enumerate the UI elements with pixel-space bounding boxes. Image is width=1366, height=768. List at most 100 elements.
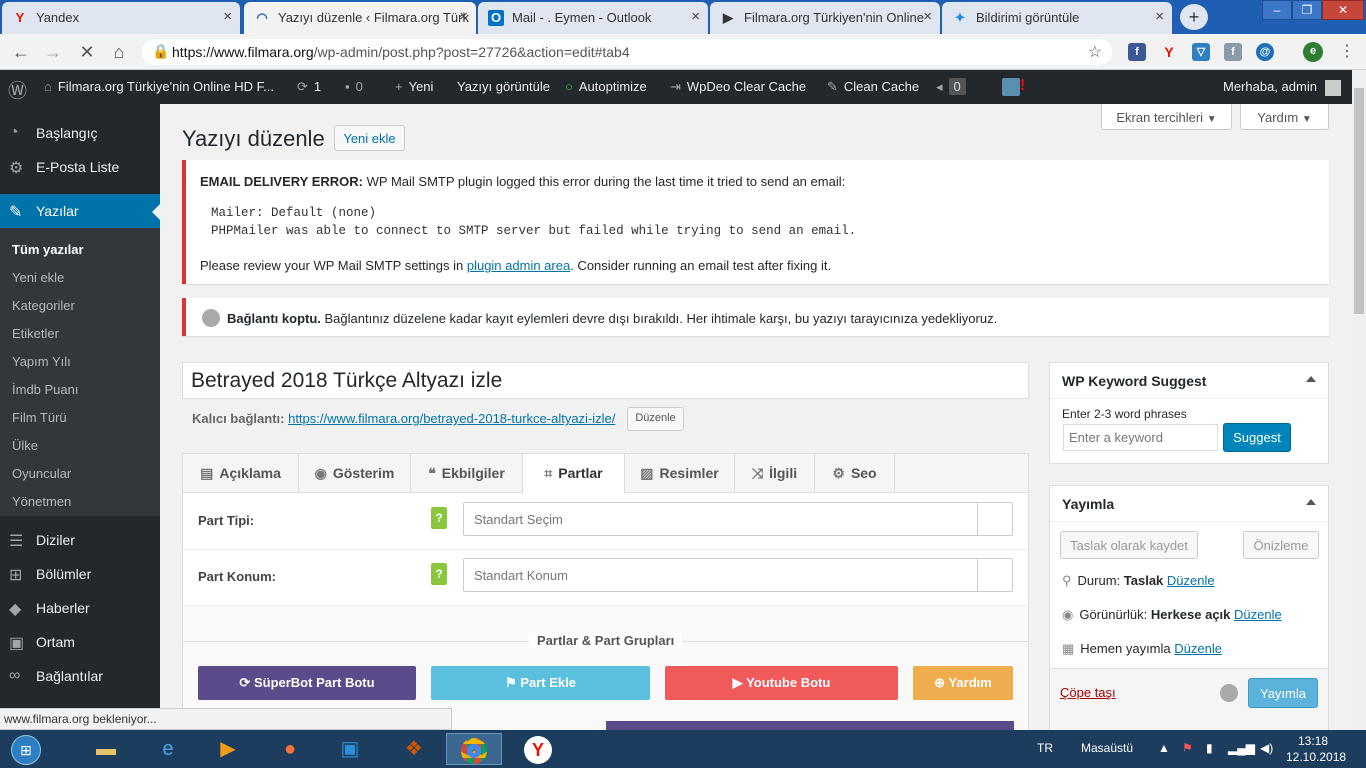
close-window-button[interactable]: ✕ xyxy=(1322,0,1364,20)
parts-help-button[interactable]: ⊕ Yardım xyxy=(913,666,1013,700)
yandex-icon[interactable]: Y xyxy=(1160,43,1178,61)
tab-images[interactable]: ▨ Resimler xyxy=(625,454,735,493)
sidebar-item-dashboard[interactable]: ◔ Başlangıç xyxy=(0,116,160,150)
help-button[interactable]: Yardım ▼ xyxy=(1240,104,1329,130)
comments-link[interactable]: ▪ 0 xyxy=(345,79,363,94)
internet-explorer-icon[interactable]: e xyxy=(140,733,196,765)
keyword-input[interactable]: Enter a keyword xyxy=(1063,424,1218,451)
submenu-tags[interactable]: Etiketler xyxy=(12,326,59,341)
youtube-bot-button[interactable]: ▶ Youtube Botu xyxy=(665,666,898,700)
schedule-edit-link[interactable]: Düzenle xyxy=(1174,641,1222,656)
autoptimize-link[interactable]: ○ Autoptimize xyxy=(565,79,647,94)
help-question-icon[interactable]: ? xyxy=(431,563,447,585)
new-content-link[interactable]: + Yeni xyxy=(395,79,433,94)
browser-tab-outlook[interactable]: O Mail - . Eymen - Outlook × xyxy=(478,2,708,34)
clock-date[interactable]: 12.10.2018 xyxy=(1286,750,1346,764)
battery-icon[interactable]: ▮ xyxy=(1206,741,1213,755)
post-title-input[interactable]: Betrayed 2018 Türkçe Altyazı izle xyxy=(182,362,1029,399)
submenu-country[interactable]: Ülke xyxy=(12,438,38,453)
sidebar-item-episodes[interactable]: ⊞ Bölümler xyxy=(0,557,160,591)
screen-options-button[interactable]: Ekran tercihleri ▼ xyxy=(1101,104,1232,130)
shield-icon[interactable]: ▽ xyxy=(1192,43,1210,61)
sidebar-item-posts[interactable]: ✎ Yazılar xyxy=(0,194,160,228)
browser-tab-edit-post[interactable]: ◠ Yazıyı düzenle ‹ Filmara.org Türk × xyxy=(244,2,476,34)
archive-app-icon[interactable]: ❖ xyxy=(386,733,442,765)
browser-tab-yandex[interactable]: Y Yandex × xyxy=(2,2,240,34)
home-button[interactable]: ⌂ xyxy=(108,41,130,63)
back-button[interactable]: ← xyxy=(10,41,32,63)
status-edit-link[interactable]: Düzenle xyxy=(1167,573,1215,588)
updates-link[interactable]: ⟳ 1 xyxy=(297,79,321,95)
signal-icon[interactable]: ▂▄▆ xyxy=(1228,741,1255,755)
submenu-directors[interactable]: Yönetmen xyxy=(12,494,71,509)
firefox-icon[interactable]: ● xyxy=(262,733,318,765)
help-question-icon[interactable]: ? xyxy=(431,507,447,529)
submenu-categories[interactable]: Kategoriler xyxy=(12,298,75,313)
url-input[interactable]: 🔒 https://www.filmara.org/wp-admin/post.… xyxy=(142,39,1112,65)
profile-avatar[interactable]: e xyxy=(1303,42,1323,62)
visibility-edit-link[interactable]: Düzenle xyxy=(1234,607,1282,622)
window-app-icon[interactable]: ▣ xyxy=(322,733,378,765)
my-account-link[interactable]: Merhaba, admin xyxy=(1223,79,1341,96)
tab-related[interactable]: ⤨ İlgili xyxy=(735,454,815,493)
collapse-arrow-icon[interactable] xyxy=(1306,499,1316,505)
collapse-arrow-icon[interactable] xyxy=(1306,376,1316,382)
sidebar-item-media[interactable]: ▣ Ortam xyxy=(0,625,160,659)
close-icon[interactable]: × xyxy=(1155,8,1164,25)
tray-expand-icon[interactable]: ▲ xyxy=(1158,741,1170,755)
media-player-icon[interactable]: ▶ xyxy=(200,733,256,765)
trash-link[interactable]: Çöpe taşı xyxy=(1060,685,1116,700)
submenu-imdb[interactable]: İmdb Puanı xyxy=(12,382,79,397)
close-icon[interactable]: × xyxy=(223,8,232,25)
wpdeo-clear-cache-link[interactable]: ⇥ WpDeo Clear Cache xyxy=(670,79,806,95)
sidebar-item-email-list[interactable]: ⚙ E-Posta Liste xyxy=(0,150,160,184)
forward-button[interactable]: → xyxy=(42,41,64,63)
submenu-year[interactable]: Yapım Yılı xyxy=(12,354,71,369)
add-part-button[interactable]: ⚑ Part Ekle xyxy=(431,666,650,700)
facebook-icon[interactable]: f xyxy=(1128,43,1146,61)
wordpress-logo-icon[interactable]: Ⓦ xyxy=(8,76,27,103)
plugin-admin-link[interactable]: plugin admin area xyxy=(467,258,570,273)
close-icon[interactable]: × xyxy=(459,8,468,25)
new-tab-button[interactable]: + xyxy=(1180,4,1208,30)
maximize-button[interactable]: ❐ xyxy=(1292,0,1322,20)
site-name-link[interactable]: ⌂ Filmara.org Türkiye'nin Online HD F... xyxy=(44,79,274,94)
tab-display[interactable]: ◉ Gösterim xyxy=(299,454,411,493)
tab-parts[interactable]: ⌗ Partlar xyxy=(523,454,625,494)
volume-icon[interactable]: ◀) xyxy=(1260,741,1273,755)
stop-button[interactable]: ✕ xyxy=(76,41,98,63)
submenu-add-new[interactable]: Yeni ekle xyxy=(12,270,64,285)
part-type-select[interactable]: Standart Seçim xyxy=(463,502,1013,536)
minimize-button[interactable]: – xyxy=(1262,0,1292,20)
sidebar-item-links[interactable]: ∞ Bağlantılar xyxy=(0,659,160,693)
language-indicator[interactable]: TR xyxy=(1037,741,1053,755)
keyword-suggest-header[interactable]: WP Keyword Suggest xyxy=(1050,363,1328,399)
publish-header[interactable]: Yayımla xyxy=(1050,486,1328,522)
start-button[interactable]: ⊞ xyxy=(0,733,52,765)
scrollbar-thumb[interactable] xyxy=(1354,88,1364,314)
yandex-browser-icon[interactable]: Y xyxy=(510,733,566,765)
sidebar-item-series[interactable]: ☰ Diziler xyxy=(0,523,160,557)
tab-seo[interactable]: ⚙ Seo xyxy=(815,454,895,493)
menu-icon[interactable]: ⋮ xyxy=(1336,41,1358,63)
suggest-button[interactable]: Suggest xyxy=(1223,423,1291,452)
browser-tab-filmara[interactable]: ▶ Filmara.org Türkiyen'nin Online × xyxy=(710,2,940,34)
network-alert-icon[interactable]: ⚑ xyxy=(1182,741,1193,755)
at-icon[interactable]: @ xyxy=(1256,43,1274,61)
bookmark-star-icon[interactable]: ☆ xyxy=(1088,42,1102,62)
chrome-icon[interactable] xyxy=(446,733,502,765)
publish-button[interactable]: Yayımla xyxy=(1248,678,1318,708)
clean-cache-link[interactable]: ✎ Clean Cache xyxy=(827,79,919,95)
clock-time[interactable]: 13:18 xyxy=(1298,734,1328,748)
permalink-url[interactable]: https://www.filmara.org/betrayed-2018-tu… xyxy=(288,411,615,426)
desktop-toolbar[interactable]: Masaüstü xyxy=(1081,741,1133,755)
tab-extra-info[interactable]: ❝ Ekbilgiler xyxy=(411,454,523,493)
submenu-all-posts[interactable]: Tüm yazılar xyxy=(12,242,84,257)
browser-tab-notification[interactable]: ✦ Bildirimi görüntüle × xyxy=(942,2,1172,34)
close-icon[interactable]: × xyxy=(691,8,700,25)
notification-bell-link[interactable]: ◂ 0 xyxy=(936,78,966,95)
view-post-link[interactable]: Yazıyı görüntüle xyxy=(457,79,550,94)
save-draft-button[interactable]: Taslak olarak kaydet xyxy=(1060,531,1198,559)
close-icon[interactable]: × xyxy=(923,8,932,25)
submenu-genre[interactable]: Film Türü xyxy=(12,410,67,425)
